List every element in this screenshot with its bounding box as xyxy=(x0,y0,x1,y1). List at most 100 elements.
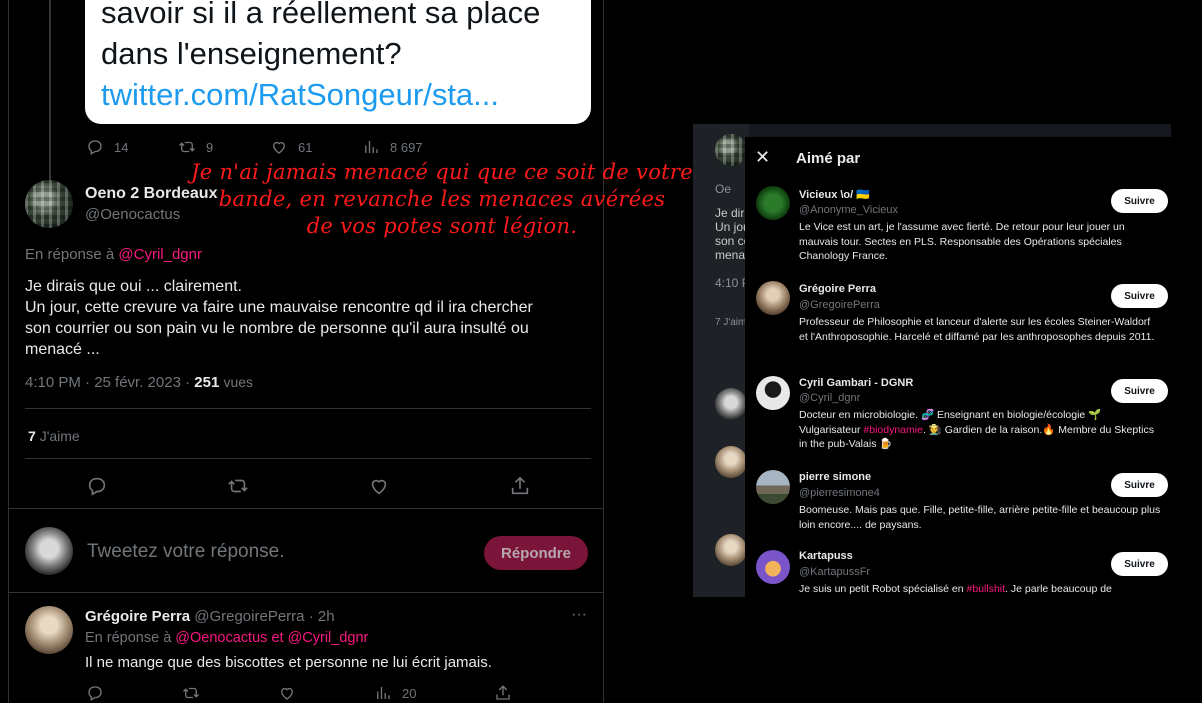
share-action[interactable] xyxy=(494,684,512,702)
annotation-line: de vos potes sont légion. xyxy=(306,214,578,238)
user-name[interactable]: Cyril Gambari - DGNR xyxy=(799,377,913,389)
close-icon[interactable]: ✕ xyxy=(755,147,770,168)
views-label: vues xyxy=(223,374,254,390)
retweet-icon xyxy=(183,687,199,699)
user-name[interactable]: Kartapuss xyxy=(799,550,853,562)
tweet-timestamp[interactable]: 4:10 PM · 25 févr. 2023 · xyxy=(25,374,190,391)
divider xyxy=(25,458,591,459)
reply-action[interactable]: 14 xyxy=(86,138,178,156)
quote-link[interactable]: twitter.com/RatSongeur/sta... xyxy=(101,74,591,115)
reply-prefix: En réponse à xyxy=(85,630,172,646)
views-count: 20 xyxy=(402,685,417,701)
tweet-text-line: Un jour, cette crevure va faire une mauv… xyxy=(25,299,533,316)
likes-summary[interactable]: 7 J'aime xyxy=(28,428,80,444)
tweet-thread-panel: savoir si il a réellement sa place dans … xyxy=(8,0,604,703)
follow-button[interactable]: Suivre xyxy=(1111,189,1168,213)
user-bio: Professeur de Philosophie et lanceur d'a… xyxy=(799,316,1155,343)
user-handle[interactable]: @pierresimone4 xyxy=(799,487,880,499)
user-bio: Je suis un petit Robot spécialisé en #bu… xyxy=(799,582,1161,597)
likes-number: 7 xyxy=(28,428,36,444)
reply-to-mention[interactable]: @Oenocactus xyxy=(175,630,267,646)
retweet-icon xyxy=(228,479,248,493)
red-annotation: Je n'ai jamais menacé qui que ce soit de… xyxy=(172,159,712,240)
quoted-tweet-card[interactable]: savoir si il a réellement sa place dans … xyxy=(85,0,591,124)
modal-header: ✕ Aimé par xyxy=(745,137,1171,181)
quote-text-line: dans l'enseignement? xyxy=(101,36,402,71)
views-icon xyxy=(377,687,390,699)
divider xyxy=(9,508,603,509)
views-count: 8 697 xyxy=(390,139,423,155)
background-avatar xyxy=(715,446,747,478)
reply-tweet-text: Il ne mange que des biscottes et personn… xyxy=(85,654,492,671)
modal-title: Aimé par xyxy=(796,150,861,167)
follow-button[interactable]: Suivre xyxy=(1111,379,1168,403)
liked-by-modal: ✕ Aimé par Vicieux \o/ 🇺🇦 @Anonyme_Vicie… xyxy=(745,137,1171,597)
reply-prefix: En réponse à xyxy=(25,246,115,263)
reply-action[interactable] xyxy=(86,475,227,497)
like-action[interactable]: 61 xyxy=(270,138,362,156)
share-icon xyxy=(496,685,510,700)
user-handle[interactable]: @Cyril_dgnr xyxy=(799,392,860,404)
views-action[interactable]: 20 xyxy=(374,684,494,702)
heart-icon xyxy=(281,687,293,700)
follow-button[interactable]: Suivre xyxy=(1111,284,1168,308)
user-handle[interactable]: @GregoirePerra xyxy=(799,299,880,311)
author-avatar[interactable] xyxy=(25,180,73,228)
background-avatar xyxy=(715,134,747,166)
user-name[interactable]: Vicieux \o/ 🇺🇦 xyxy=(799,188,870,201)
reply-button[interactable]: Répondre xyxy=(484,536,588,570)
heart-icon xyxy=(371,479,387,495)
follow-button[interactable]: Suivre xyxy=(1111,552,1168,576)
user-bio: Le Vice est un art, je l'assume avec fie… xyxy=(799,221,1125,262)
share-action[interactable] xyxy=(509,475,531,497)
reply-author-avatar[interactable] xyxy=(25,606,73,654)
background-avatar xyxy=(715,388,747,420)
divider xyxy=(9,592,603,593)
user-avatar[interactable] xyxy=(756,281,790,315)
like-action[interactable] xyxy=(368,475,509,497)
likes-label: J'aime xyxy=(39,428,80,444)
quote-action-bar: 14 9 61 8 697 xyxy=(86,138,423,156)
background-handle: Oe xyxy=(715,182,732,196)
annotation-line: Je n'ai jamais menacé qui que ce soit de… xyxy=(191,160,693,184)
reply-to-mention[interactable]: @Cyril_dgnr xyxy=(118,246,202,263)
user-avatar[interactable] xyxy=(756,376,790,410)
more-options-icon[interactable]: ··· xyxy=(571,606,587,624)
retweet-count: 9 xyxy=(206,139,214,155)
like-action[interactable] xyxy=(278,684,374,702)
views-number: 251 xyxy=(194,374,220,391)
reply-to-line: En réponse à @Oenocactus et @Cyril_dgnr xyxy=(85,630,368,646)
views-action[interactable]: 8 697 xyxy=(362,138,423,156)
reply-to-mention[interactable]: @Cyril_dgnr xyxy=(288,630,369,646)
user-avatar[interactable] xyxy=(756,470,790,504)
tweet-body: Je dirais que oui ... clairement. Un jou… xyxy=(25,276,595,360)
user-avatar[interactable] xyxy=(756,186,790,220)
retweet-action[interactable] xyxy=(182,684,278,702)
reply-action[interactable] xyxy=(86,684,182,702)
user-handle[interactable]: @KartapussFr xyxy=(799,566,870,578)
reply-action-bar: 20 xyxy=(86,684,512,702)
user-bio: Docteur en microbiologie. 🧬 Enseignant e… xyxy=(799,408,1161,452)
user-handle[interactable]: @Anonyme_Vicieux xyxy=(799,204,898,216)
reply-time[interactable]: · 2h xyxy=(309,608,335,625)
follow-button[interactable]: Suivre xyxy=(1111,473,1168,497)
reply-author-name[interactable]: Grégoire Perra xyxy=(85,608,190,625)
reply-to-line: En réponse à @Cyril_dgnr xyxy=(25,246,202,263)
quote-text-line: savoir si il a réellement sa place xyxy=(101,0,541,30)
reply-to-and: et xyxy=(271,630,284,646)
author-handle[interactable]: @Oenocactus xyxy=(85,206,180,223)
user-name[interactable]: Grégoire Perra xyxy=(799,283,876,295)
retweet-action[interactable] xyxy=(227,475,368,497)
hashtag-link[interactable]: #biodynamie xyxy=(863,424,923,436)
retweet-icon xyxy=(179,141,195,153)
background-text-line: Je dir xyxy=(715,206,745,220)
retweet-action[interactable]: 9 xyxy=(178,138,270,156)
tweet-action-bar xyxy=(86,475,531,497)
hashtag-link[interactable]: #bullshit xyxy=(967,583,1006,595)
user-bio: Boomeuse. Mais pas que. Fille, petite-fi… xyxy=(799,504,1161,531)
user-avatar[interactable] xyxy=(756,550,790,584)
reply-input[interactable]: Tweetez votre réponse. xyxy=(87,541,285,563)
user-name[interactable]: pierre simone xyxy=(799,471,871,483)
reply-author-handle[interactable]: @GregoirePerra xyxy=(194,608,304,625)
thread-connector xyxy=(49,0,51,180)
